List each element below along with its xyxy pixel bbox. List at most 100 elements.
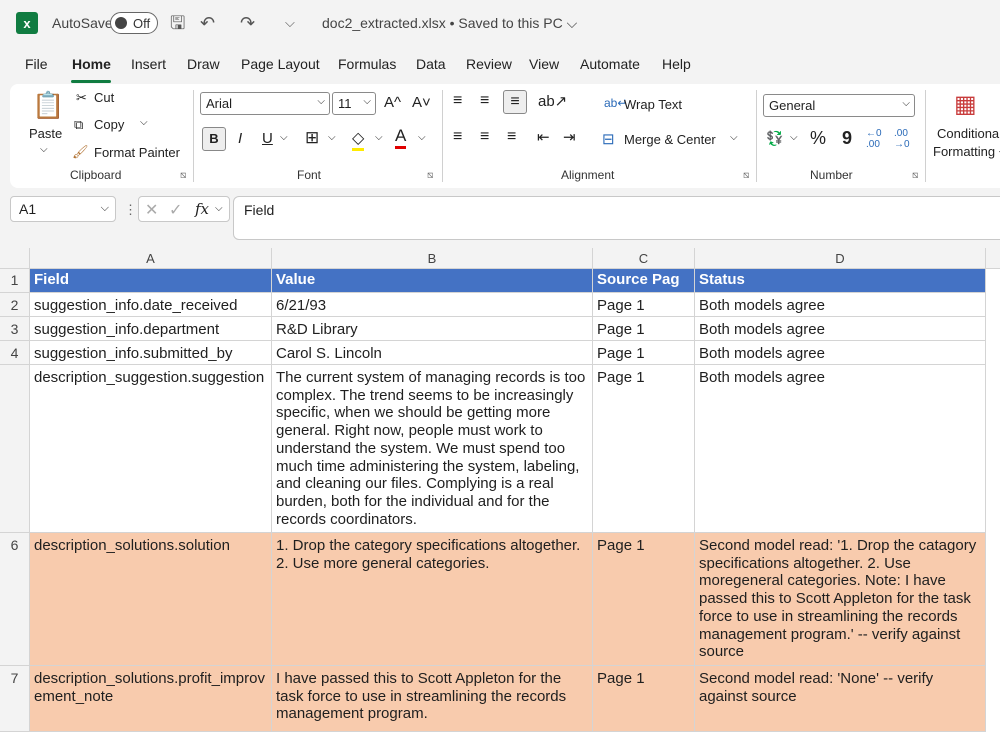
column-header-a[interactable]: A bbox=[30, 248, 272, 269]
customize-toolbar-icon[interactable]: ⌵ bbox=[285, 12, 295, 34]
align-right-icon[interactable]: ≡ bbox=[507, 128, 516, 146]
paste-icon[interactable]: 📋 bbox=[32, 90, 64, 121]
conditional-formatting-label-2[interactable]: Formatting ⌵ bbox=[933, 144, 1000, 160]
increase-indent-icon[interactable]: ⇥ bbox=[563, 128, 576, 146]
font-launcher-icon[interactable]: ⧅ bbox=[427, 170, 433, 181]
number-format-dropdown[interactable]: General ⌵ bbox=[763, 94, 915, 117]
conditional-formatting-label[interactable]: Conditional bbox=[937, 126, 1000, 141]
increase-decimal-icon[interactable]: ←0.00 bbox=[866, 128, 882, 150]
font-color-dropdown-icon[interactable]: ⌵ bbox=[418, 132, 426, 143]
decrease-decimal-icon[interactable]: .00 →0 bbox=[894, 128, 910, 150]
cancel-icon[interactable]: ✕ bbox=[145, 200, 158, 220]
borders-icon[interactable]: ⊞ bbox=[305, 128, 319, 148]
row-header[interactable] bbox=[0, 365, 30, 533]
tab-insert[interactable]: Insert bbox=[131, 56, 166, 72]
underline-dropdown-icon[interactable]: ⌵ bbox=[280, 132, 288, 143]
header-cell-field[interactable]: Field bbox=[30, 269, 272, 293]
borders-dropdown-icon[interactable]: ⌵ bbox=[328, 132, 336, 143]
table-cell[interactable]: Page 1 bbox=[593, 293, 695, 317]
table-cell[interactable]: R&D Library bbox=[272, 317, 593, 341]
conditional-formatting-icon[interactable]: ▦ bbox=[954, 90, 977, 119]
table-cell[interactable]: I have passed this to Scott Appleton for… bbox=[272, 666, 593, 732]
autosave-toggle[interactable]: Off bbox=[110, 12, 158, 34]
tab-automate[interactable]: Automate bbox=[580, 56, 640, 72]
header-cell-source-page[interactable]: Source Pag bbox=[593, 269, 695, 293]
italic-button[interactable]: I bbox=[238, 130, 242, 147]
table-cell[interactable]: The current system of managing records i… bbox=[272, 365, 593, 533]
undo-icon[interactable]: ↶ bbox=[200, 12, 215, 34]
align-bottom-icon[interactable]: ≡ bbox=[503, 90, 527, 114]
column-header-e[interactable] bbox=[986, 248, 1000, 269]
table-cell[interactable]: Page 1 bbox=[593, 365, 695, 533]
comma-button[interactable]: 9 bbox=[842, 128, 852, 149]
align-center-icon[interactable]: ≡ bbox=[480, 128, 489, 146]
table-cell[interactable]: description_solutions.profit_improvement… bbox=[30, 666, 272, 732]
enter-icon[interactable]: ✓ bbox=[169, 200, 182, 220]
table-cell[interactable]: 1. Drop the category specifications alto… bbox=[272, 533, 593, 666]
header-cell-value[interactable]: Value bbox=[272, 269, 593, 293]
name-box[interactable]: A1 ⌵ bbox=[10, 196, 116, 222]
cut-icon[interactable]: ✂ bbox=[76, 90, 87, 106]
fill-color-icon[interactable]: ◇ bbox=[352, 128, 365, 151]
table-cell[interactable]: Second model read: '1. Drop the catagory… bbox=[695, 533, 986, 666]
table-cell[interactable]: Page 1 bbox=[593, 341, 695, 365]
number-launcher-icon[interactable]: ⧅ bbox=[912, 170, 918, 181]
decrease-indent-icon[interactable]: ⇤ bbox=[537, 128, 550, 146]
tab-file[interactable]: File bbox=[25, 56, 48, 72]
table-cell[interactable]: Carol S. Lincoln bbox=[272, 341, 593, 365]
format-painter-icon[interactable]: 🖌 bbox=[72, 144, 89, 160]
orientation-icon[interactable]: ab↗ bbox=[538, 92, 567, 110]
insert-function-button[interactable]: fx bbox=[195, 200, 209, 218]
merge-center-icon[interactable]: ⊟ bbox=[602, 130, 615, 148]
paste-button[interactable]: Paste bbox=[29, 126, 62, 141]
save-icon[interactable]: 🖫 bbox=[170, 12, 185, 34]
align-left-icon[interactable]: ≡ bbox=[453, 128, 462, 146]
row-header[interactable]: 2 bbox=[0, 293, 30, 317]
redo-icon[interactable]: ↷ bbox=[240, 12, 255, 34]
row-header[interactable]: 1 bbox=[0, 269, 30, 293]
underline-button[interactable]: U bbox=[262, 130, 273, 147]
column-header-d[interactable]: D bbox=[695, 248, 986, 269]
font-color-icon[interactable]: A bbox=[395, 126, 407, 149]
align-middle-icon[interactable]: ≡ bbox=[480, 92, 489, 110]
more-icon[interactable]: ⋮ bbox=[124, 202, 137, 218]
table-cell[interactable]: description_solutions.solution bbox=[30, 533, 272, 666]
tab-page-layout[interactable]: Page Layout bbox=[241, 56, 320, 72]
row-header[interactable]: 7 bbox=[0, 666, 30, 732]
merge-center-button[interactable]: Merge & Center bbox=[624, 132, 716, 147]
currency-dropdown-icon[interactable]: ⌵ bbox=[790, 132, 798, 143]
tab-data[interactable]: Data bbox=[416, 56, 446, 72]
copy-icon[interactable]: ⧉ bbox=[74, 117, 83, 133]
tab-review[interactable]: Review bbox=[466, 56, 512, 72]
table-cell[interactable]: Page 1 bbox=[593, 533, 695, 666]
column-header-c[interactable]: C bbox=[593, 248, 695, 269]
table-cell[interactable]: Page 1 bbox=[593, 666, 695, 732]
currency-icon[interactable]: 💱 bbox=[766, 130, 783, 147]
fill-dropdown-icon[interactable]: ⌵ bbox=[375, 132, 383, 143]
table-cell[interactable]: Both models agree bbox=[695, 317, 986, 341]
grow-font-button[interactable]: A^ bbox=[384, 94, 401, 111]
font-name-dropdown[interactable]: Arial ⌵ bbox=[200, 92, 330, 115]
font-size-dropdown[interactable]: 11 ⌵ bbox=[332, 92, 376, 115]
align-top-icon[interactable]: ≡ bbox=[453, 92, 462, 110]
tab-draw[interactable]: Draw bbox=[187, 56, 220, 72]
select-all-corner[interactable] bbox=[0, 248, 30, 269]
row-header[interactable]: 4 bbox=[0, 341, 30, 365]
table-cell[interactable]: Second model read: 'None' -- verify agai… bbox=[695, 666, 986, 732]
row-header[interactable]: 3 bbox=[0, 317, 30, 341]
table-cell[interactable]: Both models agree bbox=[695, 365, 986, 533]
table-cell[interactable]: Both models agree bbox=[695, 293, 986, 317]
alignment-launcher-icon[interactable]: ⧅ bbox=[743, 170, 749, 181]
table-cell[interactable]: 6/21/93 bbox=[272, 293, 593, 317]
cut-button[interactable]: Cut bbox=[94, 90, 114, 105]
table-cell[interactable]: suggestion_info.date_received bbox=[30, 293, 272, 317]
table-cell[interactable]: description_suggestion.suggestion bbox=[30, 365, 272, 533]
percent-button[interactable]: % bbox=[810, 128, 826, 149]
table-cell[interactable]: Both models agree bbox=[695, 341, 986, 365]
copy-button[interactable]: Copy bbox=[94, 117, 124, 132]
copy-dropdown-icon[interactable]: ⌵ bbox=[140, 117, 148, 128]
formula-input[interactable]: Field bbox=[233, 196, 1000, 240]
column-header-b[interactable]: B bbox=[272, 248, 593, 269]
table-cell[interactable]: suggestion_info.submitted_by bbox=[30, 341, 272, 365]
header-cell-status[interactable]: Status bbox=[695, 269, 986, 293]
